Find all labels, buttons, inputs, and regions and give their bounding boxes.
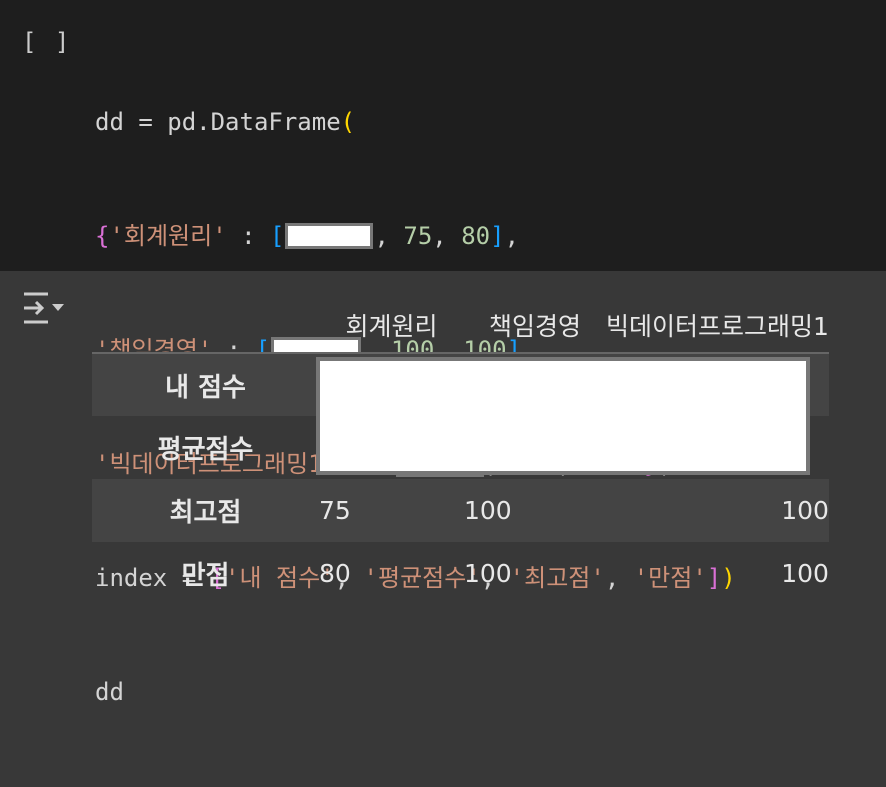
- code-line-2: {'회계원리' : [, 75, 80],: [95, 217, 736, 255]
- redacted-values-block: [316, 357, 810, 475]
- redacted-value: [285, 223, 374, 249]
- index-header: [92, 298, 319, 354]
- code-text: dd = pd.DataFrame: [95, 108, 341, 136]
- code-text: ,: [374, 222, 404, 250]
- code-cell[interactable]: [ ] dd = pd.DataFrame( {'회계원리' : [, 75, …: [0, 0, 886, 706]
- table-cell: 100: [464, 559, 512, 588]
- code-bracket: [: [270, 222, 285, 250]
- column-header: 빅데이터프로그래밍1: [606, 298, 829, 354]
- code-number: 80: [461, 222, 491, 250]
- code-text: dd: [95, 678, 124, 706]
- column-header: 회계원리: [319, 298, 464, 354]
- row-label: 최고점: [169, 498, 242, 528]
- table-row: 최고점 75 100 100: [92, 479, 829, 542]
- table-cell: 100: [464, 496, 512, 525]
- table-cell: 100: [781, 559, 829, 588]
- table-cell: 75: [319, 496, 351, 525]
- row-label: 만점: [181, 561, 230, 591]
- run-cell-button[interactable]: [ ]: [22, 28, 71, 56]
- table-cell: 80: [319, 559, 351, 588]
- code-line-1: dd = pd.DataFrame(: [95, 103, 736, 141]
- column-header: 책임경영: [464, 298, 606, 354]
- code-text: ,: [504, 222, 520, 250]
- row-label: 내 점수: [165, 372, 246, 403]
- output-actions-icon[interactable]: [22, 288, 66, 328]
- code-bracket: ]: [490, 222, 505, 250]
- code-text: :: [226, 222, 271, 250]
- code-number: 75: [403, 222, 433, 250]
- table-header-row: 회계원리 책임경영 빅데이터프로그래밍1: [92, 298, 829, 354]
- code-text: ,: [432, 222, 462, 250]
- code-line-6: dd: [95, 673, 736, 711]
- code-string: '회계원리': [109, 222, 227, 250]
- row-label: 평균점수: [157, 435, 254, 465]
- table-row: 만점 80 100 100: [92, 542, 829, 605]
- code-bracket: {: [95, 222, 110, 250]
- code-bracket: (: [340, 108, 356, 136]
- table-cell: 100: [781, 496, 829, 525]
